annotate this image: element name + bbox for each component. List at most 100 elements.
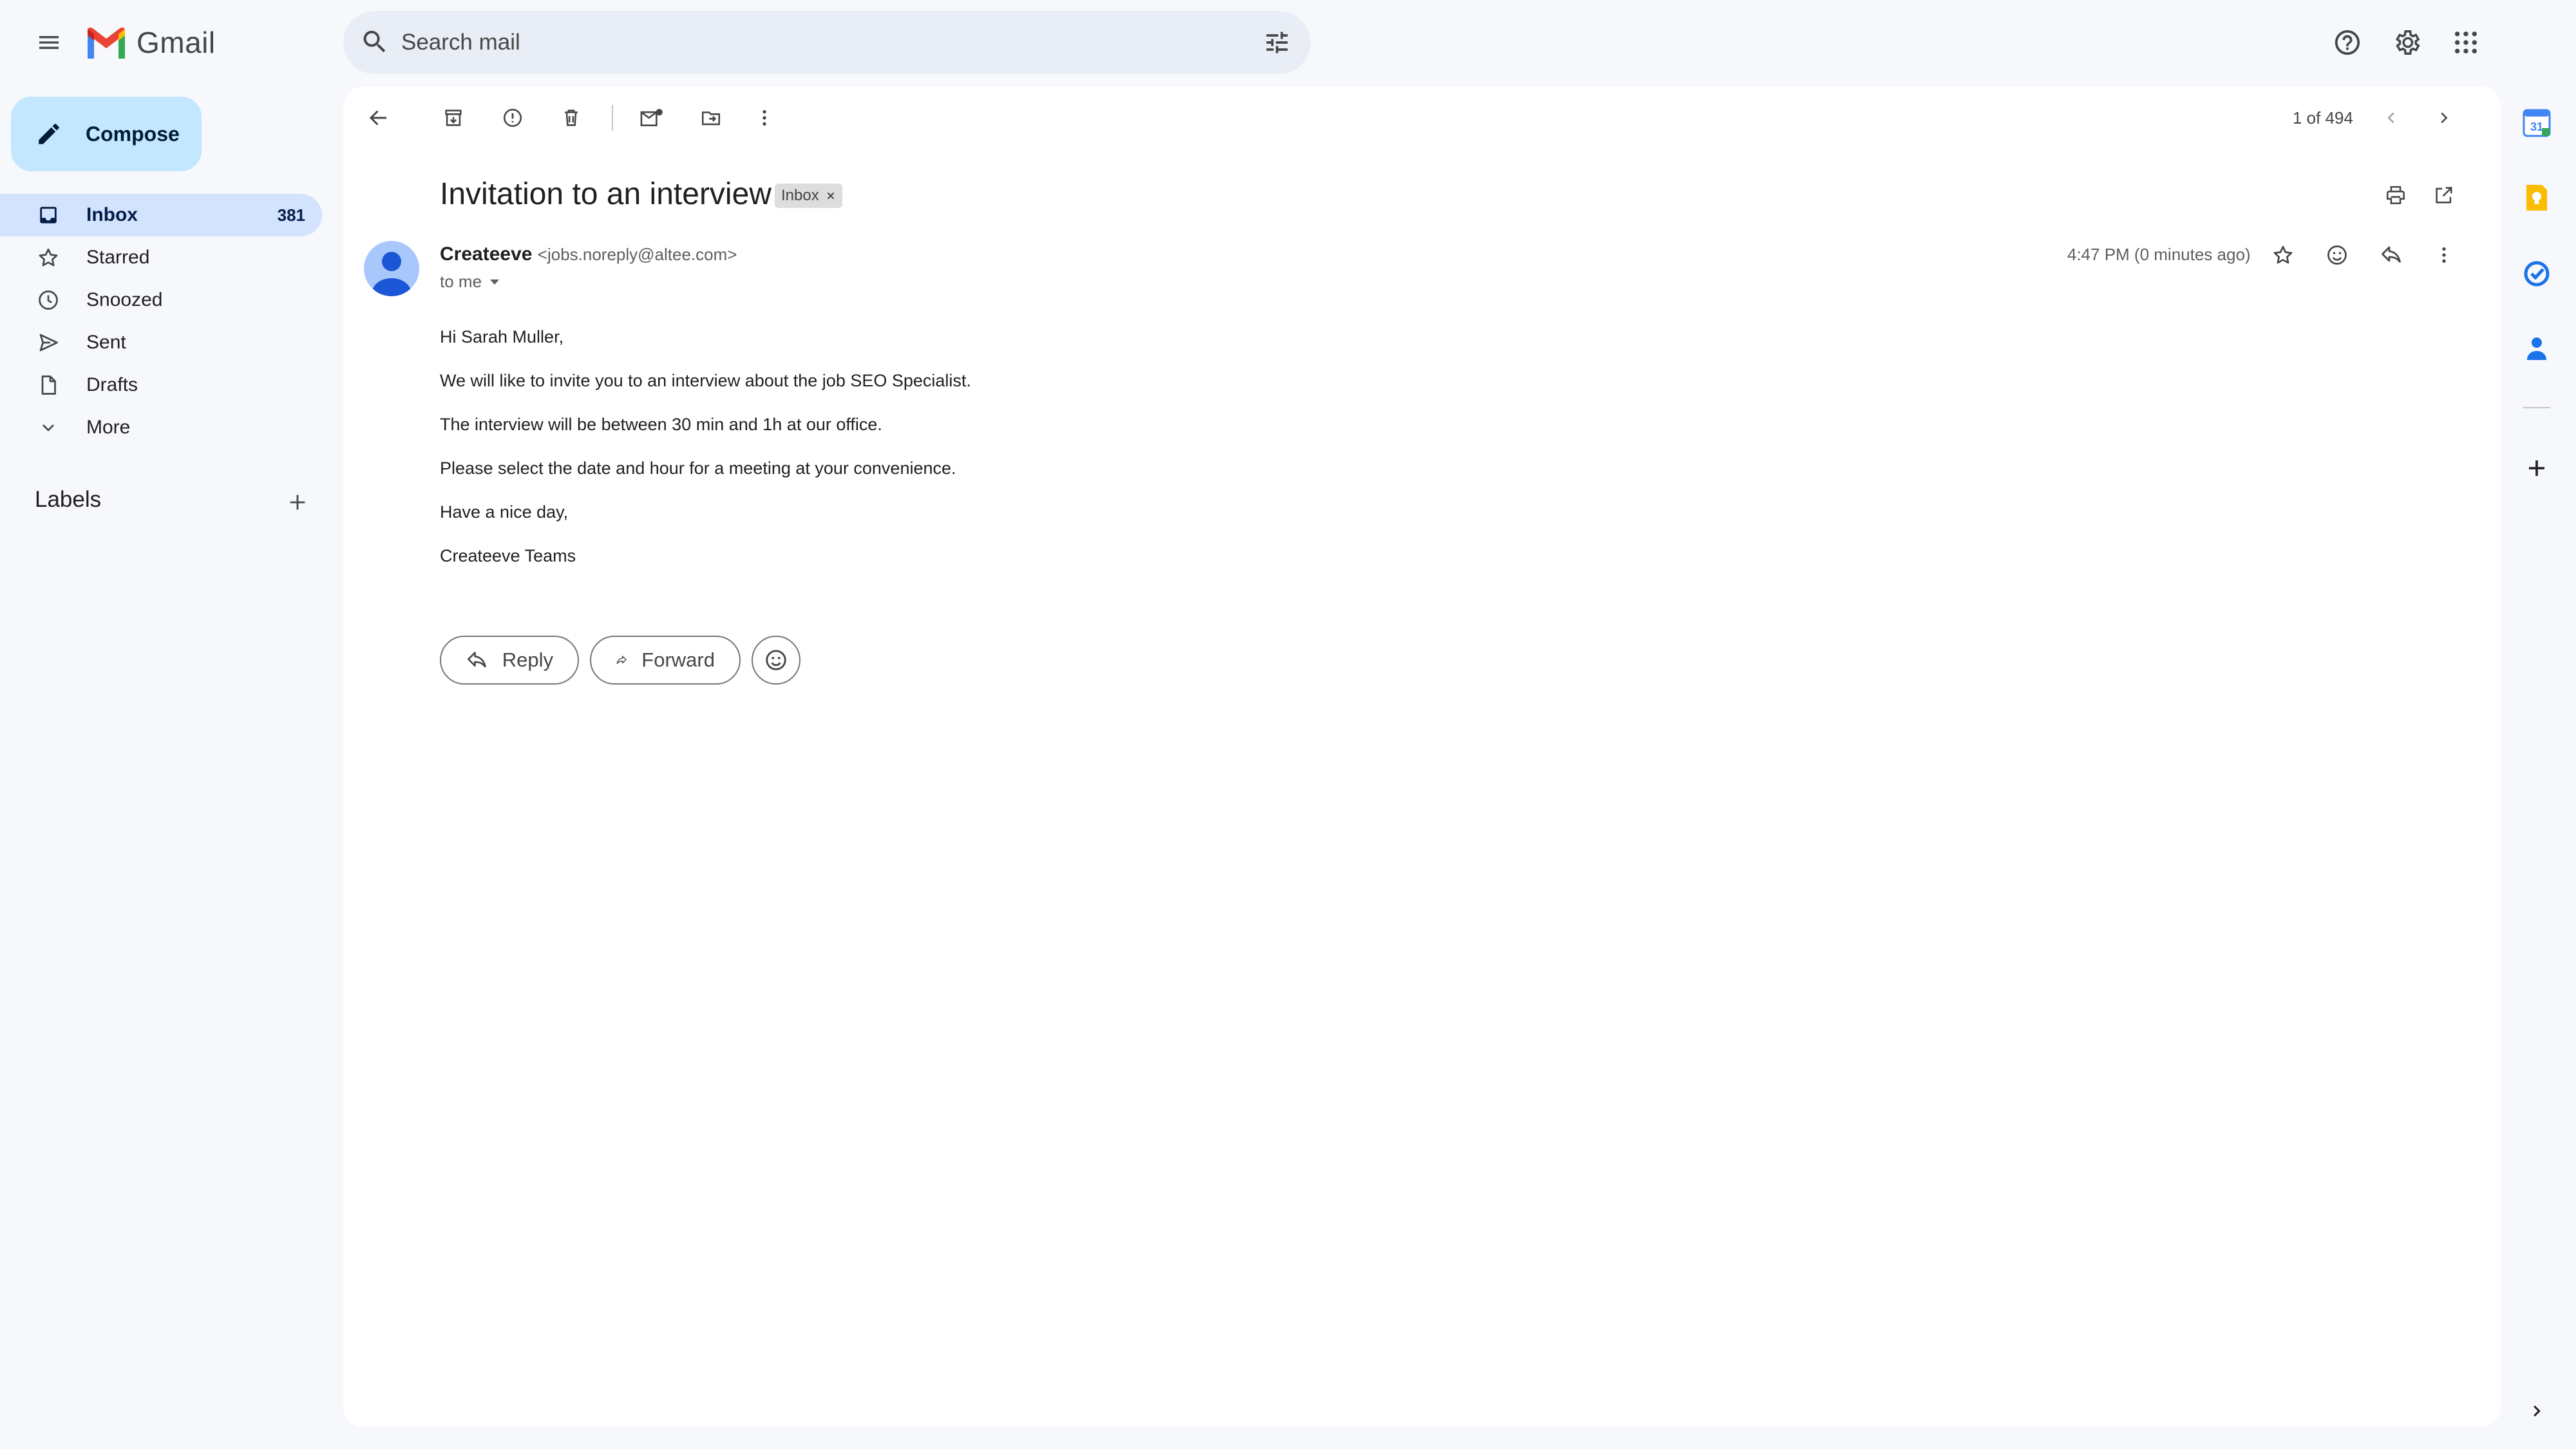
sidebar-item-label: More bbox=[86, 417, 131, 438]
main-menu-button[interactable] bbox=[24, 18, 73, 67]
body-line: Have a nice day, bbox=[440, 502, 569, 522]
mark-unread-icon bbox=[640, 109, 663, 127]
calendar-app-button[interactable]: 31 bbox=[2515, 102, 2558, 144]
sidebar-item-label: Snoozed bbox=[86, 289, 163, 310]
show-side-panel-button[interactable] bbox=[2515, 1390, 2558, 1432]
keep-icon bbox=[2526, 185, 2547, 211]
star-button[interactable] bbox=[2262, 234, 2304, 276]
report-icon bbox=[503, 108, 522, 128]
chevron-down-icon bbox=[43, 424, 54, 431]
unread-count: 381 bbox=[277, 205, 305, 225]
side-panel-divider bbox=[2523, 407, 2550, 408]
reply-icon-button[interactable] bbox=[2370, 234, 2412, 276]
message-more-button[interactable] bbox=[2423, 234, 2465, 276]
sender-avatar[interactable] bbox=[364, 241, 419, 296]
chevron-left-icon bbox=[2387, 112, 2394, 124]
google-apps-button[interactable] bbox=[2441, 18, 2490, 67]
print-icon bbox=[2386, 185, 2405, 205]
open-new-window-button[interactable] bbox=[2423, 174, 2465, 216]
recipient-details[interactable]: to me bbox=[440, 272, 501, 292]
emoji-icon bbox=[766, 650, 786, 670]
newer-button[interactable] bbox=[2370, 97, 2412, 139]
sidebar-item-sent[interactable]: Sent bbox=[0, 321, 322, 364]
move-to-button[interactable] bbox=[690, 97, 732, 139]
emoji-icon bbox=[2327, 245, 2347, 265]
sidebar-item-inbox[interactable]: Inbox 381 bbox=[0, 194, 322, 236]
add-reaction-button[interactable] bbox=[2316, 234, 2358, 276]
report-spam-button[interactable] bbox=[491, 97, 534, 139]
archive-icon bbox=[445, 109, 462, 126]
hamburger-icon bbox=[39, 36, 59, 49]
sender-line: Createeve <jobs.noreply@altee.com> bbox=[440, 243, 737, 265]
reply-icon bbox=[2382, 246, 2401, 263]
search-icon[interactable] bbox=[360, 27, 390, 57]
chevron-right-icon bbox=[2441, 112, 2448, 124]
body-line: Createeve Teams bbox=[440, 546, 576, 565]
sidebar-nav: Inbox 381 Starred Snoozed Sent Drafts Mo… bbox=[0, 194, 322, 449]
gmail-logo[interactable]: Gmail bbox=[85, 24, 216, 61]
more-vert-icon bbox=[762, 110, 766, 126]
message-body: Hi Sarah Muller, We will like to invite … bbox=[440, 325, 971, 588]
inbox-label-chip[interactable]: Inbox bbox=[775, 184, 842, 208]
draft-icon bbox=[41, 375, 56, 395]
older-button[interactable] bbox=[2423, 97, 2465, 139]
contacts-app-button[interactable] bbox=[2515, 327, 2558, 370]
sidebar-item-label: Inbox bbox=[86, 204, 138, 225]
contacts-icon bbox=[2527, 337, 2546, 360]
mark-unread-button[interactable] bbox=[630, 97, 673, 139]
delete-button[interactable] bbox=[550, 97, 592, 139]
sender-name[interactable]: Createeve bbox=[440, 243, 532, 265]
toolbar-divider bbox=[612, 105, 613, 131]
star-icon bbox=[39, 248, 58, 267]
reply-icon bbox=[468, 652, 486, 668]
sender-email: <jobs.noreply@altee.com> bbox=[537, 245, 737, 264]
emoji-reaction-button[interactable] bbox=[752, 636, 800, 685]
create-label-button[interactable] bbox=[279, 484, 316, 520]
keep-app-button[interactable] bbox=[2515, 176, 2558, 219]
forward-label: Forward bbox=[641, 649, 715, 671]
sidebar-item-snoozed[interactable]: Snoozed bbox=[0, 279, 322, 321]
settings-button[interactable] bbox=[2382, 18, 2431, 67]
arrow-back-icon bbox=[369, 110, 386, 126]
star-icon bbox=[2273, 245, 2293, 264]
reply-label: Reply bbox=[502, 649, 553, 671]
chevron-right-icon bbox=[2533, 1405, 2541, 1417]
search-input[interactable] bbox=[401, 11, 1206, 74]
support-button[interactable] bbox=[2323, 18, 2372, 67]
tasks-icon bbox=[2524, 261, 2550, 287]
calendar-day: 31 bbox=[2530, 120, 2543, 133]
calendar-icon: 31 bbox=[2523, 109, 2551, 137]
more-options-button[interactable] bbox=[743, 97, 786, 139]
print-button[interactable] bbox=[2374, 174, 2417, 216]
sidebar-item-more[interactable]: More bbox=[0, 406, 322, 449]
back-button[interactable] bbox=[357, 97, 400, 139]
body-line: We will like to invite you to an intervi… bbox=[440, 371, 971, 390]
search-options-button[interactable] bbox=[1256, 22, 1298, 63]
message-panel bbox=[343, 86, 2501, 1427]
trash-icon bbox=[565, 109, 578, 126]
body-line: The interview will be between 30 min and… bbox=[440, 415, 882, 434]
plus-icon bbox=[290, 495, 305, 510]
search-bar[interactable] bbox=[343, 11, 1311, 74]
forward-button[interactable]: Forward bbox=[590, 636, 741, 685]
get-addons-button[interactable] bbox=[2515, 447, 2558, 489]
sidebar-item-starred[interactable]: Starred bbox=[0, 236, 322, 279]
remove-label-icon[interactable] bbox=[826, 191, 836, 201]
tune-icon bbox=[1266, 32, 1288, 53]
gear-icon bbox=[2396, 30, 2420, 55]
caret-down-icon bbox=[490, 279, 500, 285]
message-subject: Invitation to an interview bbox=[440, 177, 772, 211]
compose-button[interactable]: Compose bbox=[11, 97, 202, 171]
clock-icon bbox=[39, 290, 58, 310]
help-icon bbox=[2334, 30, 2360, 55]
forward-icon bbox=[616, 656, 627, 665]
tasks-app-button[interactable] bbox=[2515, 252, 2558, 295]
more-vert-icon bbox=[2442, 247, 2446, 263]
reply-button[interactable]: Reply bbox=[440, 636, 579, 685]
sidebar-item-label: Sent bbox=[86, 332, 126, 353]
message-timestamp: 4:47 PM (0 minutes ago) bbox=[2067, 245, 2251, 264]
sidebar-item-drafts[interactable]: Drafts bbox=[0, 364, 322, 406]
labels-heading: Labels bbox=[35, 487, 102, 512]
archive-button[interactable] bbox=[432, 97, 475, 139]
recipient-label: to me bbox=[440, 272, 482, 291]
